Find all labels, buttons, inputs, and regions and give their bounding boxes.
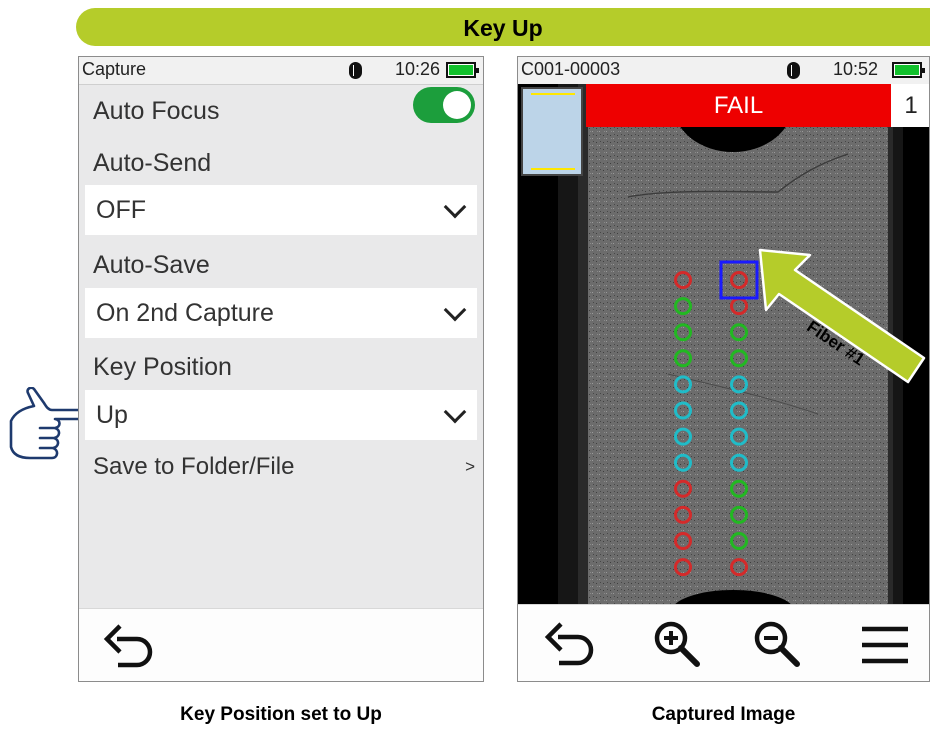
captured-image-screen: C001-00003 10:52 FAIL 1 Fiber #1	[517, 56, 930, 682]
key-position-label: Key Position	[93, 353, 232, 381]
chevron-down-icon	[443, 298, 467, 322]
auto-send-dropdown[interactable]: OFF	[85, 185, 477, 235]
auto-save-dropdown[interactable]: On 2nd Capture	[85, 288, 477, 338]
fiber-1-callout-arrow	[758, 248, 926, 384]
key-position-dropdown[interactable]: Up	[85, 390, 477, 440]
auto-send-label: Auto-Send	[93, 149, 212, 177]
key-position-value: Up	[96, 401, 128, 429]
bluetooth-icon	[787, 62, 800, 79]
menu-icon[interactable]	[858, 623, 912, 667]
capture-settings-screen: Capture 10:26 Auto Focus Auto-Send OFF A…	[78, 56, 484, 682]
thumbnail-image[interactable]	[521, 87, 583, 176]
auto-focus-label: Auto Focus	[93, 97, 220, 125]
left-caption: Key Position set to Up	[180, 704, 382, 725]
clock: 10:52	[833, 59, 879, 79]
fiber-index: 1	[891, 84, 929, 127]
back-icon[interactable]	[103, 621, 157, 669]
banner-title: Key Up	[463, 15, 543, 41]
fail-status: FAIL	[586, 84, 891, 127]
auto-save-label: Auto-Save	[93, 251, 210, 279]
battery-charging-icon	[892, 62, 925, 78]
screen-title: Capture	[82, 59, 147, 79]
chevron-right-icon: >	[465, 457, 475, 476]
zoom-out-icon[interactable]	[750, 617, 804, 671]
file-id: C001-00003	[521, 59, 621, 79]
auto-focus-toggle[interactable]	[413, 87, 475, 123]
save-to-folder-label: Save to Folder/File	[93, 453, 295, 480]
auto-send-value: OFF	[96, 196, 146, 224]
auto-save-value: On 2nd Capture	[96, 299, 274, 327]
bottom-toolbar	[79, 608, 483, 681]
zoom-in-icon[interactable]	[650, 617, 704, 671]
status-bar: Capture 10:26	[79, 57, 483, 85]
battery-icon	[446, 62, 479, 78]
chevron-down-icon	[443, 400, 467, 424]
back-icon[interactable]	[544, 619, 598, 667]
bottom-toolbar	[518, 604, 929, 681]
chevron-down-icon	[443, 195, 467, 219]
right-caption: Captured Image	[651, 704, 796, 725]
clock: 10:26	[395, 59, 441, 79]
bluetooth-icon	[349, 62, 362, 79]
status-bar: C001-00003 10:52	[518, 57, 929, 85]
save-to-folder-row[interactable]: Save to Folder/File >	[79, 447, 483, 487]
